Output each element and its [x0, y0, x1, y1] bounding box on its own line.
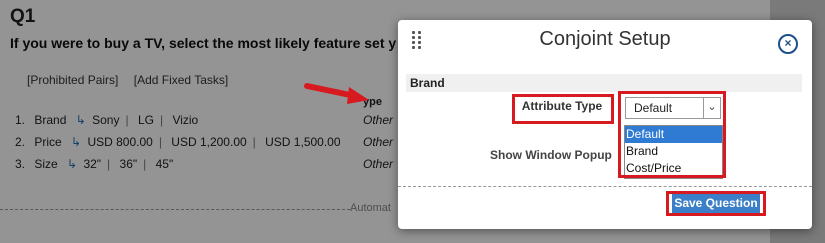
- save-button-highlight: [666, 191, 766, 216]
- red-arrow-icon: [304, 83, 369, 104]
- close-icon[interactable]: ×: [778, 34, 798, 54]
- dialog-divider: [398, 186, 812, 187]
- select-highlight: [618, 91, 726, 178]
- conjoint-setup-dialog: Conjoint Setup × Brand Attribute Type De…: [398, 20, 812, 229]
- attribute-type-label: Attribute Type: [521, 99, 603, 113]
- dialog-title: Conjoint Setup: [539, 28, 671, 50]
- section-header: Brand: [406, 74, 802, 92]
- show-window-popup-label: Show Window Popup: [490, 148, 612, 162]
- section-label: Brand: [410, 76, 445, 90]
